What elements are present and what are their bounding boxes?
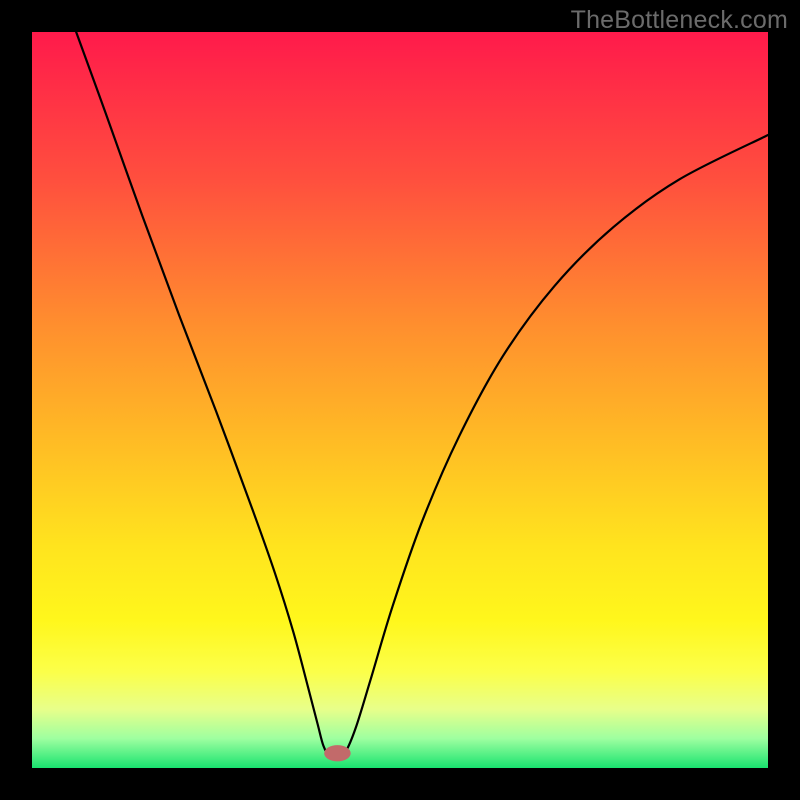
vertex-marker <box>324 745 350 761</box>
background-gradient <box>32 32 768 768</box>
chart-canvas <box>32 32 768 768</box>
watermark-text: TheBottleneck.com <box>571 6 788 35</box>
plot-area <box>32 32 768 768</box>
frame: TheBottleneck.com <box>0 0 800 800</box>
